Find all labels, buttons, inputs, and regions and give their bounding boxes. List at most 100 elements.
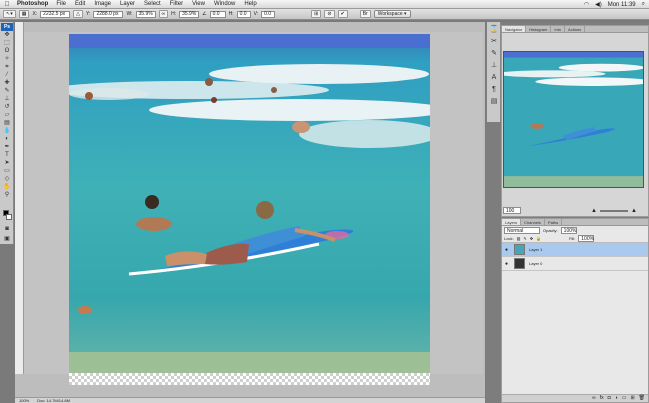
hand-tool-icon[interactable]: ✋	[1, 184, 13, 191]
path-selection-tool-icon[interactable]: ➤	[1, 160, 13, 167]
blur-tool-icon[interactable]: 💧	[1, 128, 13, 135]
status-bar: 100% Doc: 14.7M/14.8M	[15, 397, 485, 403]
tab-histogram[interactable]: Histogram	[526, 26, 552, 32]
menu-edit[interactable]: Edit	[75, 1, 85, 7]
new-layer-icon[interactable]: ⊞	[630, 395, 634, 402]
menu-select[interactable]: Select	[144, 1, 161, 7]
clone-stamp-tool-icon[interactable]: ⊥	[1, 96, 13, 103]
navigator-zoom-slider[interactable]	[599, 209, 628, 212]
status-zoom[interactable]: 100%	[19, 398, 29, 403]
visibility-eye-icon[interactable]: ●	[502, 247, 511, 253]
fill-field[interactable]: 100%	[578, 235, 595, 242]
angle-field[interactable]: 0.0	[209, 10, 226, 18]
y-label: Y:	[86, 11, 91, 17]
menu-view[interactable]: View	[192, 1, 205, 7]
cancel-transform-icon[interactable]: ⊘	[324, 10, 335, 18]
add-mask-icon[interactable]: ◘	[608, 395, 611, 402]
reference-point-icon[interactable]: ▦	[18, 10, 30, 18]
screen-mode-icon[interactable]: ▣	[1, 236, 13, 243]
menu-filter[interactable]: Filter	[170, 1, 183, 7]
character-panel-icon[interactable]: A	[489, 73, 499, 82]
navigator-thumbnail[interactable]	[503, 51, 644, 188]
menu-layer[interactable]: Layer	[120, 1, 135, 7]
delete-layer-icon[interactable]: 🗑	[639, 395, 645, 402]
eyedropper-tool-icon[interactable]: ⁄	[1, 72, 13, 79]
x-field[interactable]: 2232.5 px	[40, 10, 71, 18]
layer-name[interactable]: Layer 1	[529, 247, 542, 252]
v-skew-field[interactable]: 0.0	[261, 10, 276, 18]
height-field[interactable]: 35.9%	[179, 10, 200, 18]
tab-channels[interactable]: Channels	[521, 219, 545, 225]
background-color-swatch[interactable]	[6, 214, 12, 220]
brushes-panel-icon[interactable]: ✎	[489, 49, 499, 58]
h-skew-field[interactable]: 0.0	[236, 10, 251, 18]
blend-mode-select[interactable]: Normal	[504, 227, 540, 234]
tab-actions[interactable]: Actions	[565, 26, 586, 32]
visibility-eye-icon[interactable]: ●	[502, 261, 511, 267]
tool-presets-panel-icon[interactable]: ✂	[489, 37, 499, 46]
tab-layers[interactable]: Layers	[502, 219, 522, 225]
marquee-tool-icon[interactable]: ⬚	[1, 40, 13, 47]
lasso-tool-icon[interactable]: ʘ	[1, 48, 13, 55]
healing-brush-tool-icon[interactable]: ✚	[1, 80, 13, 87]
menu-file[interactable]: File	[56, 1, 66, 7]
wifi-icon[interactable]: ◠	[584, 1, 589, 8]
volume-icon[interactable]: ◀)	[595, 1, 602, 8]
bridge-icon[interactable]: Br	[359, 10, 371, 18]
move-tool-icon[interactable]: ✥	[1, 32, 13, 39]
eraser-tool-icon[interactable]: ▱	[1, 112, 13, 119]
layer-style-icon[interactable]: fx	[600, 395, 604, 402]
opacity-field[interactable]: 100%	[560, 227, 577, 234]
link-layers-icon[interactable]: ∞	[592, 395, 596, 402]
menu-help[interactable]: Help	[244, 1, 256, 7]
clock[interactable]: Mon 11:39	[608, 2, 636, 8]
lock-position-icon[interactable]: ✥	[530, 236, 533, 241]
layer-name[interactable]: Layer 0	[529, 261, 542, 266]
tab-paths[interactable]: Paths	[545, 219, 563, 225]
brush-tool-icon[interactable]: ✎	[1, 88, 13, 95]
history-brush-tool-icon[interactable]: ↺	[1, 104, 13, 111]
adjustment-layer-icon[interactable]: ◑	[615, 395, 618, 402]
layer-row-layer-0[interactable]: ● Layer 0	[502, 257, 648, 271]
pen-tool-icon[interactable]: ✒	[1, 144, 13, 151]
shape-tool-icon[interactable]: ▭	[1, 168, 13, 175]
quick-mask-icon[interactable]: ◙	[1, 226, 13, 233]
tab-navigator[interactable]: Navigator	[502, 26, 527, 32]
type-tool-icon[interactable]: T	[1, 152, 13, 159]
layer-row-layer-1[interactable]: ● Layer 1	[502, 243, 648, 257]
workspace-menu[interactable]: Workspace ▾	[373, 10, 411, 18]
magic-wand-tool-icon[interactable]: ✧	[1, 56, 13, 63]
dodge-tool-icon[interactable]: ◐	[1, 136, 13, 143]
warp-icon[interactable]: ⊞	[311, 10, 322, 18]
zoom-in-icon[interactable]: ▲	[631, 208, 637, 214]
image-canvas[interactable]	[69, 34, 430, 385]
relative-position-icon[interactable]: △	[73, 10, 84, 18]
status-doc-info[interactable]: Doc: 14.7M/14.8M	[37, 398, 70, 403]
tab-info[interactable]: Info	[551, 26, 566, 32]
lock-pixels-icon[interactable]: ✎	[523, 236, 526, 241]
navigator-zoom-field[interactable]: 100	[503, 207, 521, 214]
app-menu[interactable]: Photoshop	[17, 1, 48, 7]
paragraph-panel-icon[interactable]: ¶	[489, 85, 499, 94]
apple-menu-icon[interactable]: 	[3, 1, 11, 8]
new-group-icon[interactable]: ▭	[622, 395, 627, 402]
surfer-photo	[69, 34, 430, 385]
lock-all-icon[interactable]: 🔒	[536, 236, 541, 241]
notes-panel-icon[interactable]: ▤	[489, 97, 499, 106]
crop-tool-icon[interactable]: ⌗	[1, 64, 13, 71]
3d-tool-icon[interactable]: ◇	[1, 176, 13, 183]
y-field[interactable]: 2288.0 px	[93, 10, 124, 18]
menu-image[interactable]: Image	[94, 1, 111, 7]
zoom-tool-icon[interactable]: ⚲	[1, 192, 13, 199]
zoom-out-icon[interactable]: ▲	[591, 208, 597, 214]
menu-window[interactable]: Window	[214, 1, 235, 7]
width-field[interactable]: 35.9%	[135, 10, 156, 18]
spotlight-search-icon[interactable]: ⌕	[642, 1, 645, 8]
clone-source-panel-icon[interactable]: ⊥	[489, 61, 499, 70]
tool-preset-picker[interactable]: ↖▾	[3, 10, 16, 18]
history-panel-icon[interactable]: ⌛	[489, 25, 499, 34]
lock-transparent-icon[interactable]: ▧	[517, 236, 521, 241]
commit-transform-icon[interactable]: ✔	[337, 10, 348, 18]
link-icon[interactable]: ∞	[158, 10, 169, 18]
gradient-tool-icon[interactable]: ▤	[1, 120, 13, 127]
